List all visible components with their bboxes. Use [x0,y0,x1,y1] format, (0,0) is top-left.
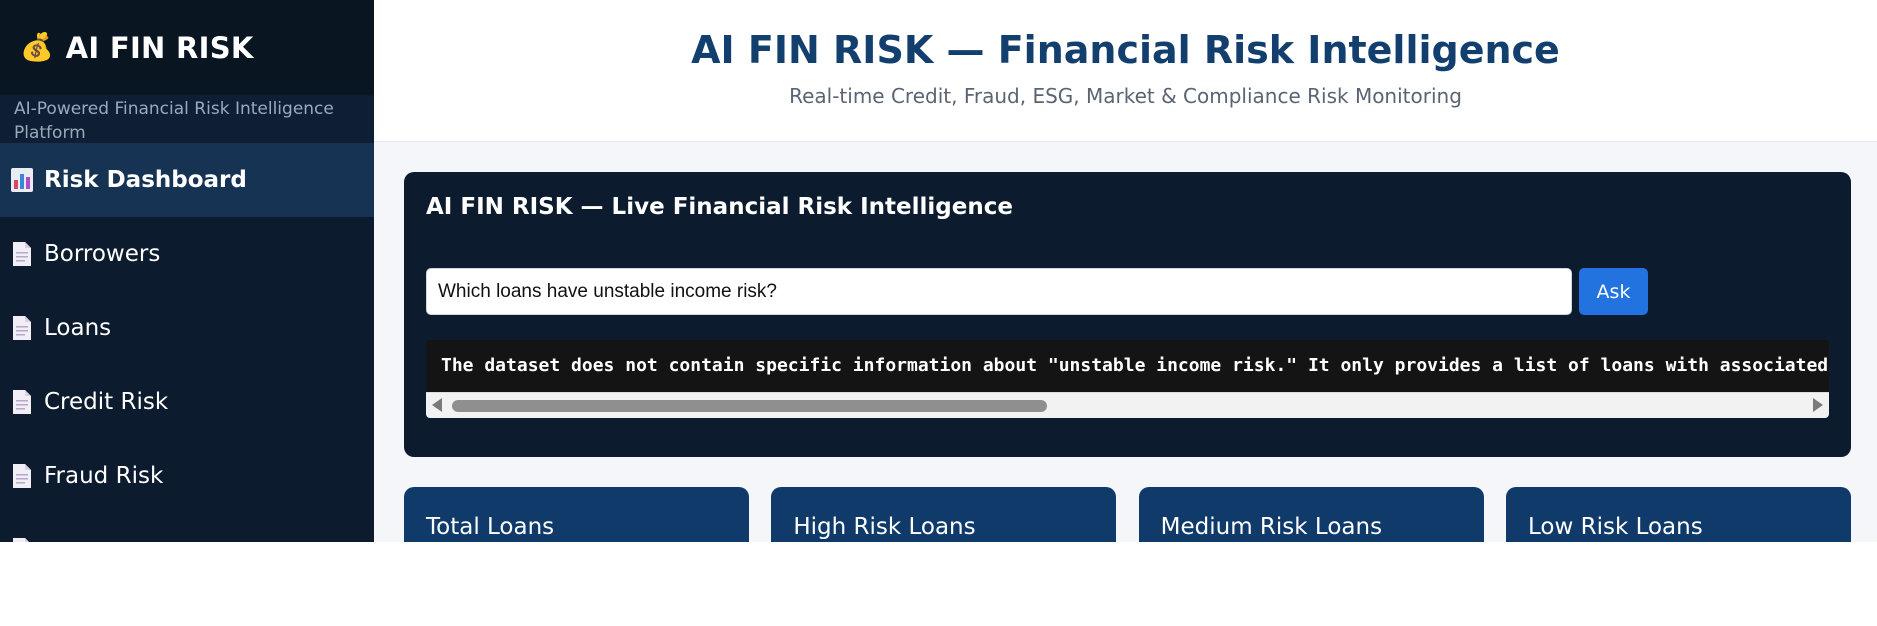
sidebar-item-risk-dashboard[interactable]: Risk Dashboard [0,143,374,217]
sidebar-item-partial[interactable] [0,513,374,542]
ai-assistant-panel: AI FIN RISK — Live Financial Risk Intell… [404,172,1851,457]
page-title: AI FIN RISK — Financial Risk Intelligenc… [691,28,1560,72]
bar-chart-icon [10,167,34,193]
sidebar: 💰 AI FIN RISK AI-Powered Financial Risk … [0,0,374,542]
ai-panel-title: AI FIN RISK — Live Financial Risk Intell… [426,194,1013,220]
scroll-right-icon[interactable] [1813,398,1823,412]
sidebar-item-borrowers[interactable]: Borrowers [0,217,374,291]
blank-area [0,542,1877,626]
page-subtitle: Real-time Credit, Fraud, ESG, Market & C… [789,84,1462,108]
sidebar-item-label: Risk Dashboard [44,167,247,193]
document-icon [10,241,34,267]
app-window: 💰 AI FIN RISK AI-Powered Financial Risk … [0,0,1877,542]
document-icon [10,389,34,415]
brand: 💰 AI FIN RISK [0,0,374,95]
ask-button[interactable]: Ask [1579,268,1648,315]
sidebar-item-label: Fraud Risk [44,463,164,489]
stat-card-total-loans: Total Loans [404,487,749,542]
page-header: AI FIN RISK — Financial Risk Intelligenc… [374,0,1877,142]
sidebar-nav: Risk Dashboard Borrowers Loans Credit Ri… [0,143,374,542]
document-icon [10,463,34,489]
stat-label: Medium Risk Loans [1160,514,1383,540]
brand-tagline: AI-Powered Financial Risk Intelligence P… [0,95,374,143]
scroll-left-icon[interactable] [432,398,442,412]
stat-label: High Risk Loans [793,514,976,540]
stat-label: Low Risk Loans [1527,514,1703,540]
sidebar-item-label: Loans [44,315,112,341]
main-content: AI FIN RISK — Financial Risk Intelligenc… [374,0,1877,542]
sidebar-item-label: Credit Risk [44,389,169,415]
horizontal-scrollbar[interactable] [426,392,1829,418]
answer-text: The dataset does not contain specific in… [426,340,1829,392]
sidebar-item-credit-risk[interactable]: Credit Risk [0,365,374,439]
stat-card-high-risk: High Risk Loans [771,487,1117,542]
sidebar-item-loans[interactable]: Loans [0,291,374,365]
stat-card-medium-risk: Medium Risk Loans [1138,487,1484,542]
question-input[interactable] [426,268,1572,315]
stat-label: Total Loans [426,514,555,540]
scrollbar-thumb[interactable] [452,400,1047,412]
brand-title: AI FIN RISK [65,30,254,65]
stats-row: Total Loans High Risk Loans Medium Risk … [404,487,1851,542]
answer-output: The dataset does not contain specific in… [426,340,1829,418]
ask-row: Ask [426,268,1648,315]
sidebar-item-fraud-risk[interactable]: Fraud Risk [0,439,374,513]
document-icon [10,315,34,341]
sidebar-item-label: Borrowers [44,241,161,267]
money-bag-icon: 💰 [20,32,54,63]
stat-card-low-risk: Low Risk Loans [1505,487,1851,542]
